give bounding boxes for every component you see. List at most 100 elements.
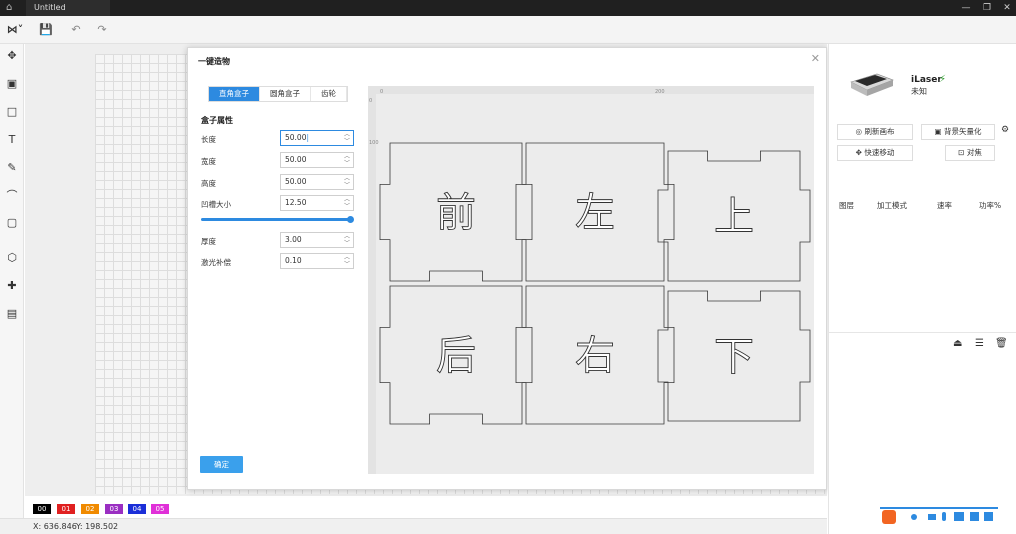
settings-icon[interactable]: ⚙	[1001, 125, 1009, 135]
close-window-icon[interactable]: ✕	[997, 0, 1016, 16]
ime-mode-icon[interactable]	[911, 514, 917, 520]
layer-color-palette: 00 01 02 03 04 05	[25, 498, 827, 518]
laser-compensation-input[interactable]: 0.10 ︿ ﹀	[280, 253, 354, 269]
tool-logo-icon[interactable]: ⋈˅	[4, 22, 26, 38]
image-icon[interactable]: ▣	[3, 75, 21, 93]
focus-button[interactable]: ⊡ 对焦	[945, 145, 995, 161]
width-value: 50.00	[285, 155, 307, 164]
width-label: 宽度	[201, 157, 216, 166]
col-mode: 加工模式	[877, 201, 907, 210]
mic-icon[interactable]	[942, 512, 946, 521]
keyboard-icon[interactable]	[954, 512, 964, 521]
refresh-canvas-button[interactable]: ◎ 刷新画布	[837, 124, 913, 140]
box-face-label: 右	[575, 333, 615, 379]
groove-size-label: 凹槽大小	[201, 200, 231, 209]
move-icon[interactable]: ✥	[3, 47, 21, 65]
layer-swatch-03-label: 03	[109, 505, 119, 513]
col-power: 功率%	[979, 201, 1002, 210]
layer-swatch-04[interactable]: 04	[128, 504, 146, 514]
box-preview: 0 200 0 100 前 左 上后 右 下	[368, 86, 814, 474]
align-icon[interactable]: ⏏	[953, 338, 962, 349]
tab-right-angle-box[interactable]: 直角盒子	[209, 87, 260, 101]
laser-device-image	[850, 73, 894, 96]
delete-icon[interactable]: 🗑	[995, 338, 1008, 349]
status-bar: X: 636.846 Y: 198.502	[0, 518, 827, 534]
height-value: 50.00	[285, 177, 307, 186]
thickness-input[interactable]: 3.00 ︿ ﹀	[280, 232, 354, 248]
focus-label: 对焦	[966, 148, 982, 157]
thickness-stepper[interactable]: ︿ ﹀	[343, 233, 351, 247]
quick-move-button[interactable]: ✥ 快速移动	[837, 145, 913, 161]
height-stepper[interactable]: ︿ ﹀	[343, 175, 351, 189]
ime-punct-icon[interactable]	[928, 514, 936, 520]
thickness-label: 厚度	[201, 237, 216, 246]
confirm-button[interactable]: 确定	[200, 456, 243, 473]
length-input[interactable]: 50.00| ︿ ﹀	[280, 130, 354, 146]
left-toolbar: ✥ ▣ □ T ✎ ⌒ ▢ ⬡ ✚ ▤	[0, 44, 24, 518]
cursor-x-readout: X: 636.846	[33, 522, 77, 531]
skin-icon[interactable]	[970, 512, 979, 521]
height-input[interactable]: 50.00 ︿ ﹀	[280, 174, 354, 190]
groove-size-slider[interactable]	[201, 218, 351, 221]
toolbox-icon[interactable]	[984, 512, 993, 521]
box-faces: 前 左 上后 右 下	[379, 142, 811, 425]
layer-swatch-05[interactable]: 05	[151, 504, 169, 514]
ruler-x-start: 0	[380, 89, 383, 95]
document-tab[interactable]: Untitled	[26, 0, 110, 16]
groove-size-stepper[interactable]: ︿ ﹀	[343, 196, 351, 210]
col-layer: 图层	[839, 201, 854, 210]
restore-icon[interactable]: ❐	[977, 0, 997, 16]
laser-compensation-stepper[interactable]: ︿ ﹀	[343, 254, 351, 268]
photo-edit-icon[interactable]: ▤	[3, 305, 21, 323]
width-input[interactable]: 50.00 ︿ ﹀	[280, 152, 354, 168]
cube-icon[interactable]: ⬡	[3, 249, 21, 267]
box-type-tabs: 直角盒子 圆角盒子 齿轮	[208, 86, 348, 102]
text-icon[interactable]: T	[3, 131, 21, 149]
document-tab-title: Untitled	[34, 3, 66, 12]
dialog-close-icon[interactable]: ✕	[811, 52, 820, 65]
layer-swatch-00[interactable]: 00	[33, 504, 51, 514]
path-icon[interactable]: ⌒	[3, 187, 21, 205]
pen-icon[interactable]: ✎	[3, 159, 21, 177]
ruler-y-start: 0	[369, 98, 372, 104]
layer-swatch-03[interactable]: 03	[105, 504, 123, 514]
focus-icon: ⊡	[958, 148, 967, 157]
background-vectorize-label: 背景矢量化	[943, 127, 982, 136]
layer-swatch-00-label: 00	[37, 505, 47, 513]
length-stepper[interactable]: ︿ ﹀	[343, 131, 351, 145]
tab-gear[interactable]: 齿轮	[311, 87, 347, 101]
undo-icon[interactable]: ↶	[68, 22, 84, 38]
col-speed: 速率	[937, 201, 952, 210]
width-stepper[interactable]: ︿ ﹀	[343, 153, 351, 167]
height-label: 高度	[201, 179, 216, 188]
layer-stack-icon[interactable]: ☰	[975, 338, 984, 349]
ime-toolbar	[880, 507, 998, 525]
puzzle-icon[interactable]: ✚	[3, 277, 21, 295]
title-bar: ⌂ Untitled — ❐ ✕	[0, 0, 1016, 16]
top-toolbar: ⋈˅ 💾 ↶ ↷	[0, 16, 1016, 44]
layer-swatch-01-label: 01	[61, 505, 71, 513]
groove-size-input[interactable]: 12.50 ︿ ﹀	[280, 195, 354, 211]
laser-compensation-value: 0.10	[285, 256, 302, 265]
background-vectorize-button[interactable]: ▣ 背景矢量化	[921, 124, 995, 140]
device-status: 未知	[911, 87, 927, 96]
device-name: iLaser	[911, 75, 942, 85]
ime-logo-icon[interactable]	[882, 510, 896, 524]
layer-swatch-02[interactable]: 02	[81, 504, 99, 514]
box-properties-title: 盒子属性	[201, 116, 233, 125]
frame-icon[interactable]: ▢	[3, 214, 21, 232]
minimize-icon[interactable]: —	[956, 0, 976, 16]
tab-rounded-box[interactable]: 圆角盒子	[260, 87, 311, 101]
length-label: 长度	[201, 135, 216, 144]
redo-icon[interactable]: ↷	[94, 22, 110, 38]
box-face-label: 下	[714, 334, 754, 380]
groove-size-value: 12.50	[285, 198, 307, 207]
layer-swatch-05-label: 05	[155, 505, 165, 513]
layer-swatch-01[interactable]: 01	[57, 504, 75, 514]
groove-size-slider-handle[interactable]	[347, 216, 354, 223]
box-face-label: 左	[575, 190, 615, 236]
home-icon[interactable]: ⌂	[6, 2, 18, 14]
refresh-canvas-label: 刷新画布	[864, 127, 895, 136]
shape-icon[interactable]: □	[3, 103, 21, 121]
save-icon[interactable]: 💾	[38, 22, 54, 38]
